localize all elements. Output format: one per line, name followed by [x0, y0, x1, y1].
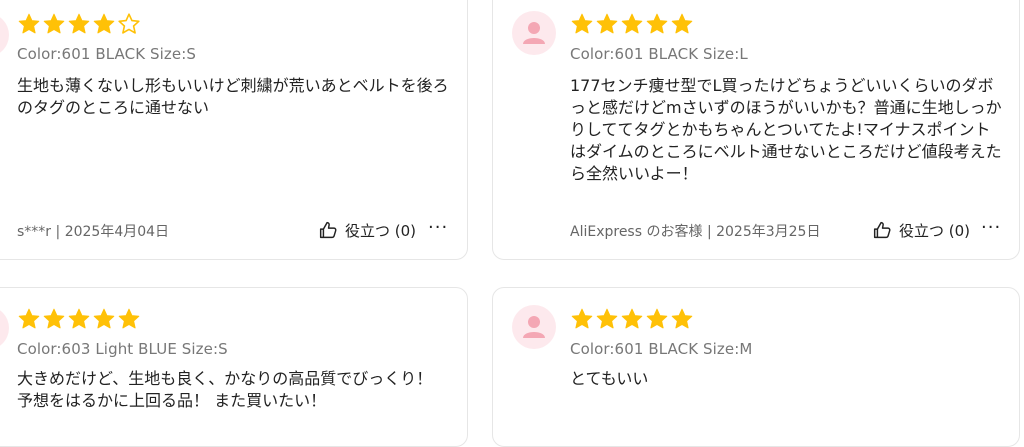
user-silhouette-icon	[523, 22, 545, 44]
star-empty-icon	[118, 13, 140, 34]
star-rating	[17, 307, 141, 331]
star-filled-icon	[93, 13, 115, 34]
helpful-label: 役立つ (0)	[345, 221, 417, 240]
review-text: とてもいい	[570, 369, 649, 388]
star-filled-icon	[596, 308, 618, 329]
star-filled-icon	[571, 13, 593, 34]
star-filled-icon	[118, 308, 140, 329]
star-filled-icon	[671, 13, 693, 34]
review-text: 大きめだけど、生地も良く、かなりの高品質でびっくり！ 予想をはるかに上回る品！ …	[17, 369, 433, 410]
star-filled-icon	[43, 13, 65, 34]
review-footer: s***r | 2025年4月04日	[17, 221, 169, 241]
star-filled-icon	[621, 13, 643, 34]
star-rating	[570, 307, 694, 331]
star-filled-icon	[43, 308, 65, 329]
review-date: 2025年3月25日	[716, 224, 821, 240]
separator: |	[706, 224, 712, 240]
thumbs-up-icon	[873, 221, 891, 239]
star-filled-icon	[68, 308, 90, 329]
user-silhouette-icon	[0, 13, 9, 57]
review-card: Color:601 BLACK Size:L 177センチ痩せ型でL買ったけどち…	[492, 0, 1020, 260]
avatar	[512, 305, 556, 349]
variant-info: Color:603 Light BLUE Size:S	[17, 340, 228, 358]
review-date: 2025年4月04日	[64, 224, 170, 240]
more-options-icon[interactable]: ···	[981, 217, 1001, 238]
review-card: Color:601 BLACK Size:M とてもいい	[492, 287, 1020, 447]
user-silhouette-icon	[0, 306, 9, 350]
star-filled-icon	[646, 308, 668, 329]
star-filled-icon	[18, 308, 40, 329]
reviewer-name: AliExpress のお客様	[570, 224, 703, 240]
variant-info: Color:601 BLACK Size:S	[17, 45, 196, 63]
star-filled-icon	[571, 308, 593, 329]
variant-info: Color:601 BLACK Size:L	[570, 45, 748, 63]
avatar	[0, 306, 9, 350]
reviewer-name: s***r	[17, 224, 52, 240]
review-text: 生地も薄くないし形もいいけど刺繍が荒いあとベルトを後ろのタグのところに通せない	[17, 76, 449, 117]
review-footer: AliExpress のお客様 | 2025年3月25日	[570, 221, 820, 241]
helpful-button[interactable]: 役立つ (0)	[317, 219, 416, 241]
avatar	[512, 11, 556, 55]
more-options-icon[interactable]: ···	[428, 217, 448, 238]
avatar	[0, 13, 9, 57]
helpful-button[interactable]: 役立つ (0)	[871, 219, 970, 241]
star-filled-icon	[68, 13, 90, 34]
helpful-label: 役立つ (0)	[899, 221, 971, 240]
review-text: 177センチ痩せ型でL買ったけどちょうどいいくらいのダボっと感だけどmさいずのほ…	[570, 76, 1002, 183]
star-filled-icon	[646, 13, 668, 34]
star-filled-icon	[18, 13, 40, 34]
star-filled-icon	[621, 308, 643, 329]
separator: |	[55, 224, 61, 240]
variant-info: Color:601 BLACK Size:M	[570, 340, 753, 358]
star-filled-icon	[596, 13, 618, 34]
thumbs-up-icon	[319, 221, 337, 239]
review-card: Color:603 Light BLUE Size:S 大きめだけど、生地も良く…	[0, 287, 468, 447]
star-filled-icon	[671, 308, 693, 329]
star-rating	[17, 12, 141, 36]
star-filled-icon	[93, 308, 115, 329]
user-silhouette-icon	[523, 316, 545, 338]
star-rating	[570, 12, 694, 36]
review-card: Color:601 BLACK Size:S 生地も薄くないし形もいいけど刺繍が…	[0, 0, 468, 260]
